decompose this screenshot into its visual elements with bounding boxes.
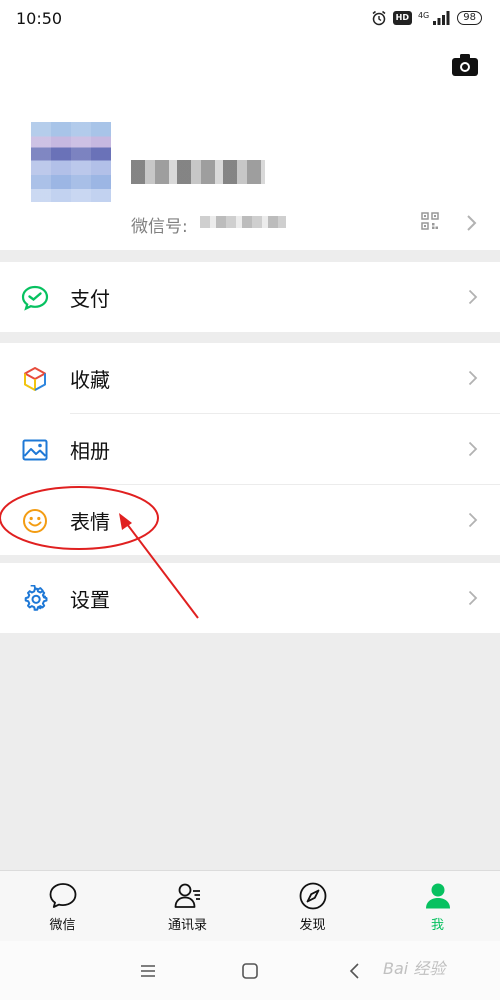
pay-label: 支付: [70, 286, 110, 311]
camera-icon[interactable]: [452, 54, 478, 76]
signal-icon: [433, 11, 450, 25]
hd-badge: HD: [392, 11, 412, 25]
home-square-icon[interactable]: [240, 961, 260, 981]
tab-label: 通讯录: [167, 918, 207, 933]
favorites-cube-icon: [24, 367, 46, 391]
pay-icon: [21, 285, 49, 311]
menu-item-pay[interactable]: 支付: [0, 262, 500, 332]
tab-label: 我: [430, 918, 444, 933]
tab-label: 发现: [299, 918, 326, 933]
tab-discover[interactable]: 发现: [250, 871, 375, 941]
album-label: 相册: [70, 438, 110, 463]
tab-me[interactable]: 我: [375, 871, 500, 941]
tools-section: 收藏 相册 表情: [0, 343, 500, 555]
qr-code-icon[interactable]: [421, 212, 439, 230]
chevron-right-icon: [468, 512, 478, 528]
settings-section: 设置: [0, 563, 500, 633]
person-icon: [425, 883, 450, 909]
smiley-icon: [23, 509, 47, 533]
chevron-right-icon: [468, 370, 478, 386]
pay-section: 支付: [0, 262, 500, 332]
wechat-id-label: 微信号:: [131, 217, 188, 237]
bottom-tab-bar: 微信 通讯录 发现 我: [0, 870, 500, 941]
system-nav-bar: Bai 经验: [0, 941, 500, 1000]
status-bar: 10:50 HD 4G 98: [0, 0, 500, 36]
album-image-icon: [22, 439, 48, 461]
battery-indicator: 98: [457, 11, 482, 25]
chat-bubble-icon: [49, 883, 76, 908]
chevron-right-icon: [468, 441, 478, 457]
chevron-right-icon: [468, 590, 478, 606]
compass-icon: [299, 882, 326, 910]
alarm-icon: [372, 10, 386, 26]
menu-item-album[interactable]: 相册: [0, 414, 500, 484]
menu-item-settings[interactable]: 设置: [0, 563, 500, 633]
menu-item-stickers[interactable]: 表情: [0, 485, 500, 555]
contacts-icon: [174, 883, 200, 908]
watermark-text: Bai 经验: [383, 959, 446, 978]
back-icon[interactable]: [345, 961, 365, 981]
wechat-id-blurred: [200, 216, 286, 228]
settings-label: 设置: [70, 587, 110, 612]
status-icons: HD 4G 98: [371, 10, 482, 26]
menu-item-favorites[interactable]: 收藏: [0, 343, 500, 413]
nickname-blurred: [131, 160, 265, 184]
avatar[interactable]: [31, 122, 111, 202]
stickers-label: 表情: [70, 509, 110, 534]
network-type: 4G: [417, 11, 430, 20]
tab-label: 微信: [49, 918, 76, 933]
status-time: 10:50: [16, 8, 63, 28]
gear-icon: [24, 585, 48, 611]
profile-header: 微信号:: [0, 36, 500, 250]
chevron-right-icon[interactable]: [466, 214, 478, 232]
chevron-right-icon: [468, 289, 478, 305]
tab-contacts[interactable]: 通讯录: [125, 871, 250, 941]
menu-icon[interactable]: [138, 961, 158, 981]
tab-chats[interactable]: 微信: [0, 871, 125, 941]
favorites-label: 收藏: [70, 367, 110, 392]
